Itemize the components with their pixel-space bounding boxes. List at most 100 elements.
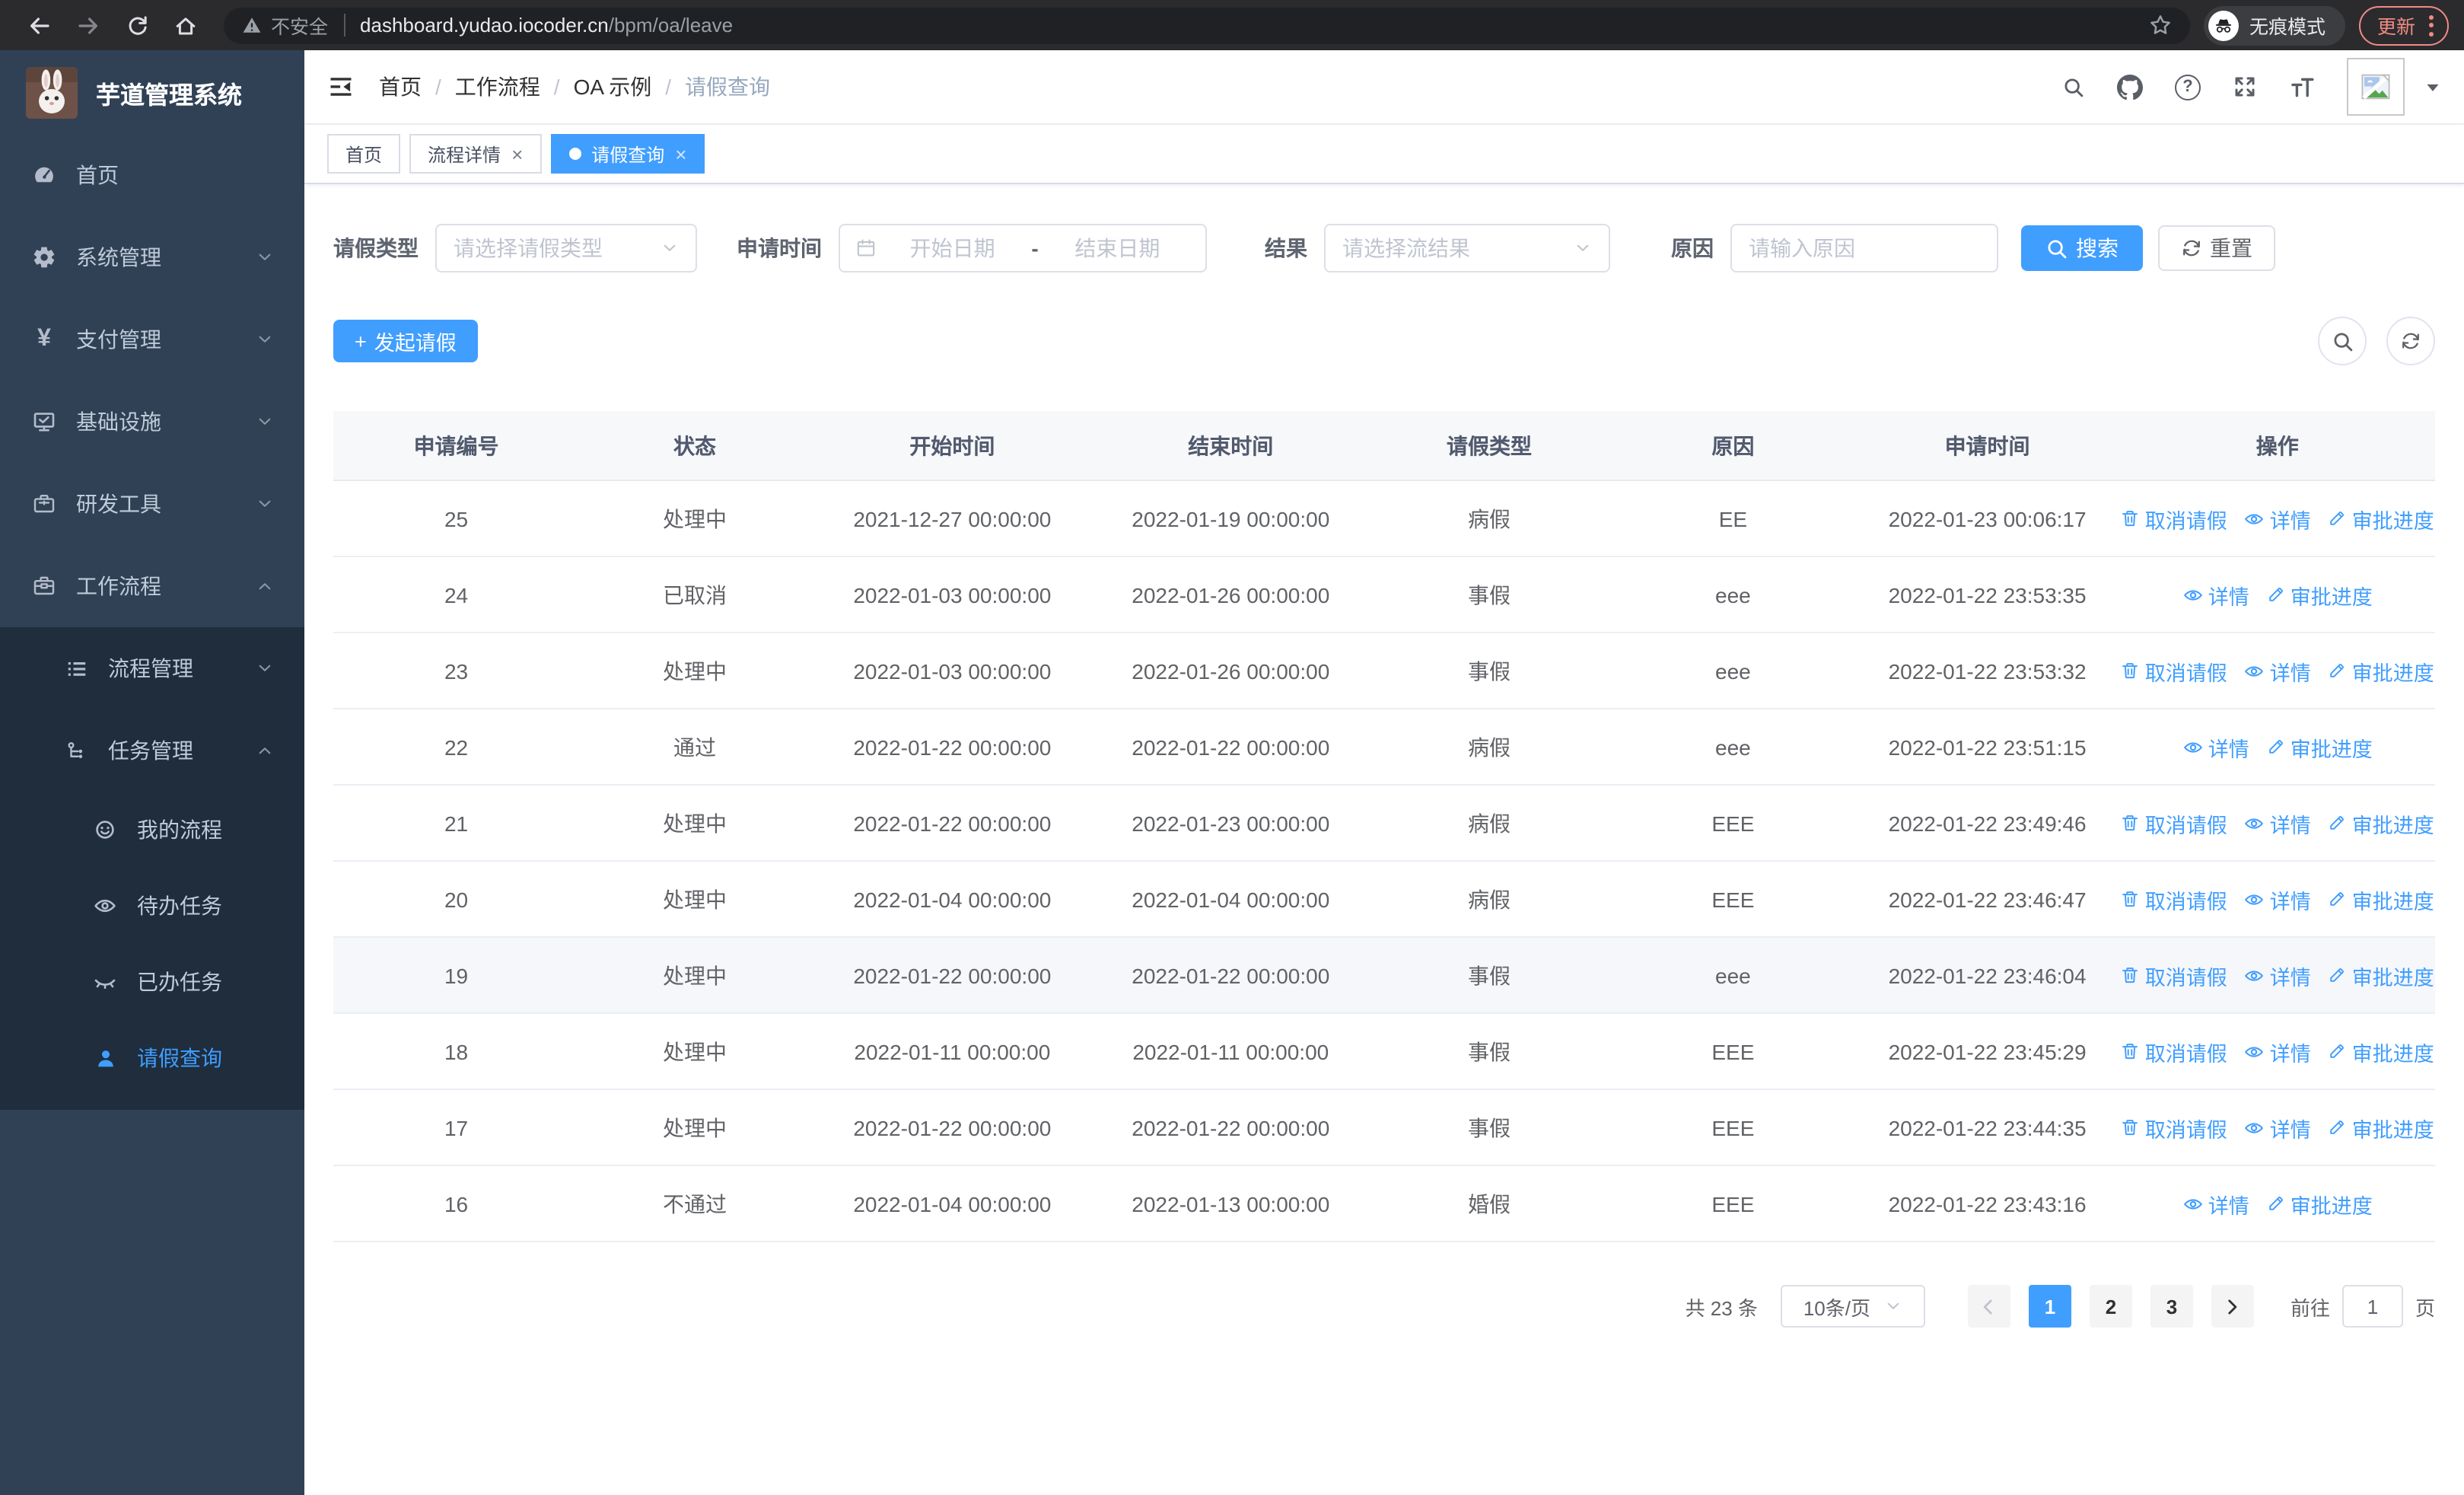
detail-action-link[interactable]: 详情 xyxy=(2182,579,2249,610)
reset-button[interactable]: 重置 xyxy=(2158,225,2275,271)
forward-icon[interactable] xyxy=(70,7,107,43)
cancel-action-link[interactable]: 取消请假 xyxy=(2121,655,2227,686)
cancel-action-link[interactable]: 取消请假 xyxy=(2121,808,2227,838)
cell-end: 2022-01-04 00:00:00 xyxy=(1094,861,1367,938)
action-label: 详情 xyxy=(2269,509,2311,532)
action-label: 详情 xyxy=(2208,585,2249,608)
close-icon[interactable]: × xyxy=(675,144,686,164)
progress-action-link[interactable]: 审批进度 xyxy=(2328,655,2434,686)
cancel-action-link[interactable]: 取消请假 xyxy=(2121,1112,2227,1143)
refresh-table-button[interactable] xyxy=(2386,317,2435,365)
progress-action-link[interactable]: 审批进度 xyxy=(2328,503,2434,534)
progress-action-link[interactable]: 审批进度 xyxy=(2266,1188,2373,1219)
progress-action-link[interactable]: 审批进度 xyxy=(2328,808,2434,838)
caret-down-icon[interactable] xyxy=(2424,78,2441,95)
chevron-left-icon xyxy=(1979,1296,1999,1316)
create-leave-button[interactable]: + 发起请假 xyxy=(333,320,478,362)
detail-action-link[interactable]: 详情 xyxy=(2182,1188,2249,1219)
page-button-1[interactable]: 1 xyxy=(2028,1285,2071,1328)
avatar[interactable] xyxy=(2347,58,2405,116)
page-button-2[interactable]: 2 xyxy=(2089,1285,2132,1328)
detail-action-link[interactable]: 详情 xyxy=(2244,884,2311,914)
cancel-action-link[interactable]: 取消请假 xyxy=(2121,503,2227,534)
cell-applied: 2022-01-23 00:06:17 xyxy=(1854,480,2120,557)
refresh-icon xyxy=(2181,237,2202,259)
tree-list-icon xyxy=(62,657,90,680)
breadcrumb-item[interactable]: OA 示例 xyxy=(574,72,652,102)
next-page-button[interactable] xyxy=(2211,1285,2254,1328)
progress-action-link[interactable]: 审批进度 xyxy=(2328,960,2434,990)
more-vert-icon[interactable] xyxy=(2426,11,2437,39)
result-select[interactable]: 请选择流结果 xyxy=(1324,224,1610,273)
sidebar-item-首页[interactable]: 首页 xyxy=(0,134,304,216)
sidebar-item-流程管理[interactable]: 流程管理 xyxy=(0,627,304,709)
detail-action-link[interactable]: 详情 xyxy=(2244,503,2311,534)
detail-action-link[interactable]: 详情 xyxy=(2244,1036,2311,1066)
security-chip[interactable]: 不安全 xyxy=(242,11,328,40)
detail-action-link[interactable]: 详情 xyxy=(2244,808,2311,838)
cell-actions: 取消请假 详情 审批进度 xyxy=(2119,1013,2435,1090)
progress-action-link[interactable]: 审批进度 xyxy=(2266,732,2373,762)
column-header-原因: 原因 xyxy=(1611,411,1855,481)
sidebar-item-我的流程[interactable]: 我的流程 xyxy=(0,792,304,868)
edit-icon xyxy=(2328,813,2348,833)
detail-action-link[interactable]: 详情 xyxy=(2244,655,2311,686)
back-icon[interactable] xyxy=(21,7,58,43)
chevron-down-icon xyxy=(1574,239,1592,257)
github-icon[interactable] xyxy=(2117,74,2143,100)
sidebar-item-支付管理[interactable]: ¥ 支付管理 xyxy=(0,298,304,381)
fullscreen-icon[interactable] xyxy=(2233,75,2257,99)
workflow-submenu: 流程管理 任务管理 我的流程 待办任务 已办任务 请假查询 xyxy=(0,627,304,1110)
search-icon[interactable] xyxy=(2062,75,2085,98)
cancel-action-link[interactable]: 取消请假 xyxy=(2121,884,2227,914)
sidebar-item-系统管理[interactable]: 系统管理 xyxy=(0,216,304,298)
progress-action-link[interactable]: 审批进度 xyxy=(2328,1036,2434,1066)
sidebar-item-基础设施[interactable]: 基础设施 xyxy=(0,381,304,463)
progress-action-link[interactable]: 审批进度 xyxy=(2328,884,2434,914)
leave-type-select[interactable]: 请选择请假类型 xyxy=(435,224,697,273)
sidebar-item-研发工具[interactable]: 研发工具 xyxy=(0,463,304,545)
close-icon[interactable]: × xyxy=(511,144,523,164)
cell-applied: 2022-01-22 23:51:15 xyxy=(1854,709,2120,786)
sidebar-item-工作流程[interactable]: 工作流程 xyxy=(0,545,304,627)
detail-action-link[interactable]: 详情 xyxy=(2182,732,2249,762)
table-row-19: 19 处理中 2022-01-22 00:00:00 2022-01-22 00:00… xyxy=(333,937,2435,1014)
page-size-select[interactable]: 10条/页 xyxy=(1780,1285,1925,1328)
tab-流程详情[interactable]: 流程详情 × xyxy=(409,134,542,174)
sidebar-item-已办任务[interactable]: 已办任务 xyxy=(0,944,304,1020)
breadcrumb-item[interactable]: 首页 xyxy=(379,72,422,102)
home-icon[interactable] xyxy=(167,7,204,43)
update-button[interactable]: 更新 xyxy=(2358,5,2449,45)
page-button-3[interactable]: 3 xyxy=(2150,1285,2193,1328)
detail-action-link[interactable]: 详情 xyxy=(2244,960,2311,990)
cancel-action-link[interactable]: 取消请假 xyxy=(2121,960,2227,990)
cell-id: 19 xyxy=(333,937,580,1014)
cell-end: 2022-01-26 00:00:00 xyxy=(1094,633,1367,709)
cancel-action-link[interactable]: 取消请假 xyxy=(2121,1036,2227,1066)
reason-input[interactable] xyxy=(1730,224,1998,273)
prev-page-button[interactable] xyxy=(1967,1285,2010,1328)
cell-applied: 2022-01-22 23:44:35 xyxy=(1854,1089,2120,1166)
progress-action-link[interactable]: 审批进度 xyxy=(2266,579,2373,610)
sidebar-item-任务管理[interactable]: 任务管理 xyxy=(0,709,304,792)
question-icon[interactable]: ? xyxy=(2175,74,2201,100)
bookmark-star-icon[interactable] xyxy=(2149,14,2172,37)
address-bar[interactable]: 不安全 dashboard.yudao.iocoder.cn/bpm/oa/le… xyxy=(224,7,2190,43)
goto-page-input[interactable] xyxy=(2341,1285,2403,1328)
breadcrumb-item[interactable]: 工作流程 xyxy=(455,72,540,102)
fontsize-icon[interactable] xyxy=(2289,74,2315,100)
progress-action-link[interactable]: 审批进度 xyxy=(2328,1112,2434,1143)
action-label: 详情 xyxy=(2269,890,2311,913)
detail-action-link[interactable]: 详情 xyxy=(2244,1112,2311,1143)
omnibox-divider xyxy=(343,14,345,37)
tab-请假查询[interactable]: 请假查询 × xyxy=(550,134,705,174)
sidebar-fold-icon[interactable] xyxy=(327,73,355,100)
tab-首页[interactable]: 首页 xyxy=(327,134,401,174)
sidebar-logo-row[interactable]: 芋道管理系统 xyxy=(0,50,304,134)
search-button[interactable]: 搜索 xyxy=(2021,225,2143,271)
sidebar-item-待办任务[interactable]: 待办任务 xyxy=(0,868,304,944)
search-toggle-button[interactable] xyxy=(2318,317,2367,365)
apply-time-range-picker[interactable]: 开始日期 - 结束日期 xyxy=(839,224,1207,273)
sidebar-item-请假查询[interactable]: 请假查询 xyxy=(0,1020,304,1096)
reload-icon[interactable] xyxy=(119,7,155,43)
